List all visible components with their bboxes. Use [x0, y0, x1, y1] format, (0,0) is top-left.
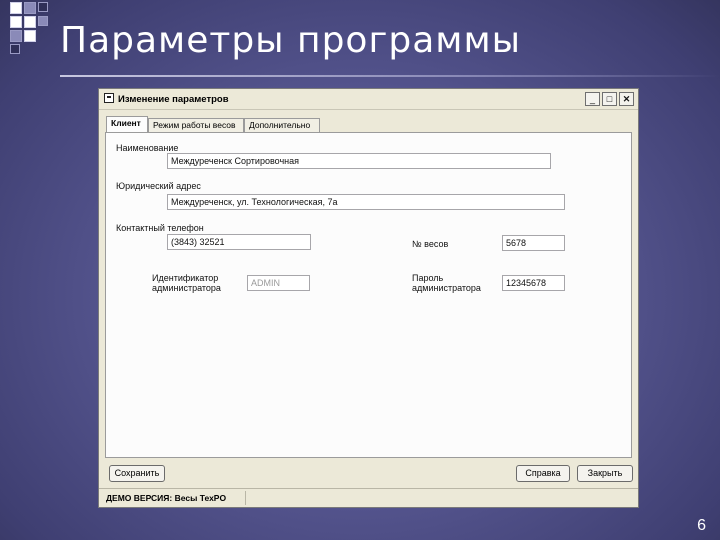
title-underline	[60, 75, 720, 77]
scale-number-label: № весов	[412, 239, 449, 249]
tab-additional[interactable]: Дополнительно	[244, 118, 320, 132]
decor-square	[24, 30, 36, 42]
decor-square	[10, 16, 22, 28]
minimize-button[interactable]: _	[585, 92, 600, 106]
decor-square	[24, 2, 36, 14]
save-button[interactable]: Сохранить	[109, 465, 165, 482]
settings-dialog: Изменение параметров _ □ ✕ Клиент Режим …	[98, 88, 639, 508]
close-button[interactable]: Закрыть	[577, 465, 633, 482]
decor-square	[10, 2, 22, 14]
client-tab-panel: Наименование Междуреченск Сортировочная …	[105, 132, 632, 458]
tab-scale-mode[interactable]: Режим работы весов	[148, 118, 244, 132]
decor-square	[10, 30, 22, 42]
slide-title: Параметры программы	[60, 20, 522, 61]
admin-id-label-line1: Идентификатор	[152, 273, 219, 283]
legal-address-field[interactable]: Междуреченск, ул. Технологическая, 7а	[167, 194, 565, 210]
name-label: Наименование	[116, 143, 179, 153]
name-field[interactable]: Междуреченск Сортировочная	[167, 153, 551, 169]
admin-id-field[interactable]: ADMIN	[247, 275, 310, 291]
admin-id-label-line2: администратора	[152, 283, 221, 293]
phone-label: Контактный телефон	[116, 223, 204, 233]
decor-square	[10, 44, 20, 54]
status-bar: ДЕМО ВЕРСИЯ: Весы ТехPO	[99, 488, 638, 507]
scale-number-field[interactable]: 5678	[502, 235, 565, 251]
tab-client[interactable]: Клиент	[106, 116, 148, 132]
maximize-button[interactable]: □	[602, 92, 617, 106]
decor-square	[38, 2, 48, 12]
app-icon	[104, 93, 114, 103]
close-window-button[interactable]: ✕	[619, 92, 634, 106]
page-number: 6	[697, 517, 706, 534]
status-text: ДЕМО ВЕРСИЯ: Весы ТехPO	[106, 493, 227, 503]
admin-password-label-line1: Пароль	[412, 273, 444, 283]
window-titlebar[interactable]: Изменение параметров _ □ ✕	[99, 89, 638, 110]
admin-password-label-line2: администратора	[412, 283, 481, 293]
window-title: Изменение параметров	[118, 94, 229, 105]
decor-square	[24, 16, 36, 28]
admin-password-field[interactable]: 12345678	[502, 275, 565, 291]
help-button[interactable]: Справка	[516, 465, 570, 482]
phone-field[interactable]: (3843) 32521	[167, 234, 311, 250]
legal-address-label: Юридический адрес	[116, 181, 201, 191]
status-separator	[245, 491, 246, 505]
decor-square	[38, 16, 48, 26]
